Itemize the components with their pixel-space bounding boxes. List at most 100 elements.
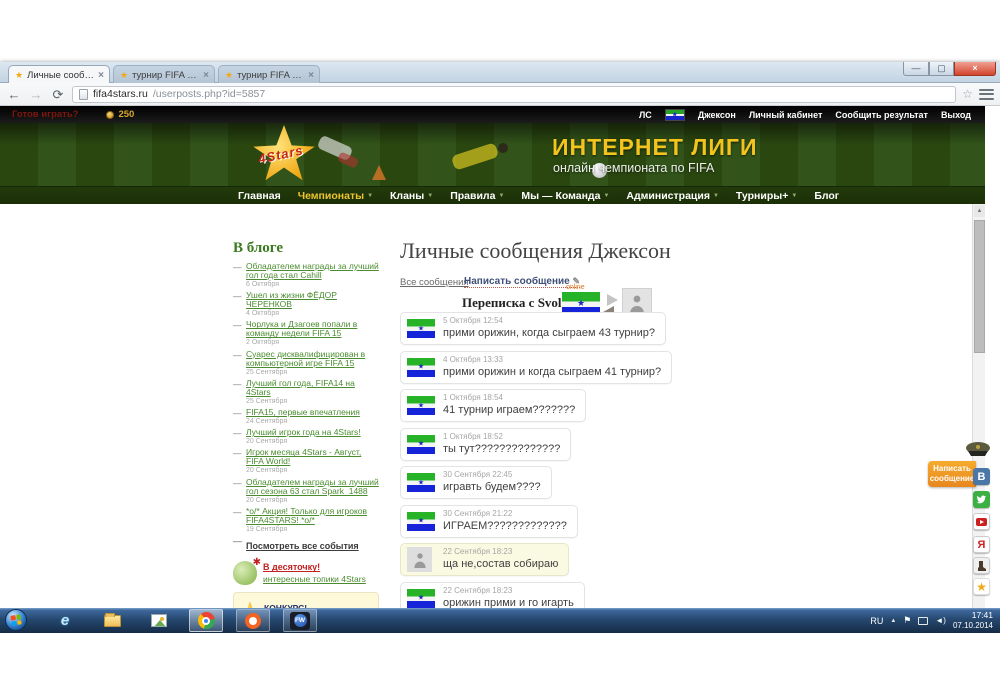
tab-close-icon[interactable]: × xyxy=(203,71,209,80)
site-nav: Главная Чемпионаты▼ Кланы▼ Правила▼ Мы —… xyxy=(0,186,985,204)
taskbar-ie-button[interactable]: e xyxy=(48,609,82,632)
blog-link[interactable]: Игрок месяца 4Stars - Август, FIFA World… xyxy=(246,448,379,466)
taskbar-chrome-button[interactable] xyxy=(189,609,223,632)
tab-title: турнир FIFA World Cup-... xyxy=(132,70,199,81)
yandex-icon[interactable]: Я xyxy=(973,536,990,553)
nav-item-team[interactable]: Мы — Команда▼ xyxy=(521,190,609,202)
tab-close-icon[interactable]: × xyxy=(308,71,314,80)
tray-expand-icon[interactable]: ▲ xyxy=(890,618,896,624)
windows-logo-icon xyxy=(10,614,21,625)
bookmark-star-icon[interactable]: ☆ xyxy=(962,87,973,101)
nav-item-tournaments[interactable]: Турниры+▼ xyxy=(736,190,797,202)
all-messages-link[interactable]: Все сообщения xyxy=(400,277,469,288)
browser-tab-active[interactable]: ★ Личные сообщения Дж... × xyxy=(8,65,110,83)
nav-item-clans[interactable]: Кланы▼ xyxy=(390,190,433,202)
nav-item-home[interactable]: Главная xyxy=(238,190,281,202)
action-center-flag-icon[interactable]: ⚑ xyxy=(903,615,911,626)
blog-link[interactable]: Обладателем награды за лучший гол сезона… xyxy=(246,478,379,496)
system-tray: RU ▲ ⚑ ◄) 17:41 07.10.2014 xyxy=(870,608,996,633)
private-messages-link[interactable]: ЛС xyxy=(639,110,652,120)
message-text: ща не,состав собираю xyxy=(443,557,558,571)
taskbar-fifa-world-button[interactable]: FW xyxy=(283,609,317,632)
message-card-own: 22 Сентября 18:23 ща не,состав собираю xyxy=(400,543,569,576)
network-icon[interactable] xyxy=(918,617,928,625)
forward-icon[interactable]: → xyxy=(28,88,44,101)
blog-heading: В блоге xyxy=(233,240,379,257)
page-icon xyxy=(79,89,88,100)
scrollbar-thumb[interactable] xyxy=(974,220,985,353)
web-page: Готов играть? 250 ЛС Джексон Личный каби… xyxy=(0,106,1000,608)
cabinet-link[interactable]: Личный кабинет xyxy=(749,110,823,120)
back-icon[interactable]: ← xyxy=(6,88,22,101)
blog-item: — Игрок месяца 4Stars - Август, FIFA Wor… xyxy=(233,448,379,475)
blog-date: 4 Октября xyxy=(246,310,379,318)
language-indicator[interactable]: RU xyxy=(870,616,883,626)
scroll-up-icon[interactable]: ▲ xyxy=(974,205,985,217)
message-date: 30 Сентября 21:22 xyxy=(443,509,567,519)
reload-icon[interactable]: ⟳ xyxy=(50,88,66,101)
tab-title: турнир FIFA World Cup-... xyxy=(237,70,304,81)
top-ten-link[interactable]: В десяточку! xyxy=(263,562,366,572)
message-date: 30 Сентября 22:45 xyxy=(443,470,541,480)
view-all-events-link[interactable]: Посмотреть все события xyxy=(246,541,359,551)
logout-link[interactable]: Выход xyxy=(941,110,971,120)
taskbar-viewer-button[interactable] xyxy=(142,609,176,632)
maximize-button[interactable]: ▢ xyxy=(929,62,954,76)
report-result-link[interactable]: Сообщить результат xyxy=(835,110,928,120)
taskbar-origin-button[interactable] xyxy=(236,609,270,632)
ready-to-play-link[interactable]: Готов играть? xyxy=(12,109,78,120)
boot-icon[interactable] xyxy=(973,557,990,574)
coins-balance: 250 xyxy=(106,109,134,120)
blog-date: 24 Сентября xyxy=(246,418,379,426)
desktop: ★ Личные сообщения Дж... × ★ турнир FIFA… xyxy=(0,0,1000,700)
blog-link[interactable]: Чорлука и Дзагоев попали в команду недел… xyxy=(246,320,379,338)
blog-link[interactable]: Ушел из жизни ФЁДОР ЧЕРЕНКОВ xyxy=(246,291,379,309)
message-text: игравть будем???? xyxy=(443,480,541,494)
blog-link[interactable]: Обладателем награды за лучший гол года с… xyxy=(246,262,379,280)
nav-item-championships[interactable]: Чемпионаты▼ xyxy=(298,190,373,202)
next-conversation-arrow-icon[interactable] xyxy=(607,294,618,306)
message-card: 1 Октября 18:54 41 турнир играем??????? xyxy=(400,389,586,422)
blog-link[interactable]: *о/* Акция! Только для игроков FIFA4STAR… xyxy=(246,507,379,525)
interesting-topics-link[interactable]: интересные топики 4Stars xyxy=(263,574,366,584)
url-path: /userposts.php?id=5857 xyxy=(153,88,265,100)
blog-link[interactable]: Суарес дисквалифицирован в компьютерной … xyxy=(246,350,379,368)
taskbar-clock[interactable]: 17:41 07.10.2014 xyxy=(953,611,996,630)
message-card: 4 Октября 13:33 прими орижин и когда сыг… xyxy=(400,351,672,384)
blog-item: — Обладателем награды за лучший гол года… xyxy=(233,262,379,289)
blog-date: 20 Сентября xyxy=(246,467,379,475)
sender-flag-icon xyxy=(407,473,435,492)
write-message-link[interactable]: Написать сообщение ✎ xyxy=(464,276,580,288)
volume-icon[interactable]: ◄) xyxy=(935,616,946,625)
blog-item: — Лучший гол года, FIFA14 на 4Stars 25 С… xyxy=(233,379,379,406)
taskbar-explorer-button[interactable] xyxy=(95,609,129,632)
nav-item-blog[interactable]: Блог xyxy=(814,190,839,202)
tab-close-icon[interactable]: × xyxy=(98,71,104,80)
fourstars-icon[interactable]: ★ xyxy=(973,578,990,595)
vk-icon[interactable]: В xyxy=(973,468,990,485)
minimize-button[interactable]: — xyxy=(903,62,929,76)
message-text: прими орижин, когда сыграем 43 турнир? xyxy=(443,326,655,340)
twitter-icon[interactable] xyxy=(973,491,990,508)
blog-link[interactable]: FIFA15, первые впечатления xyxy=(246,408,379,417)
chrome-icon xyxy=(198,612,215,629)
start-button[interactable] xyxy=(5,609,27,631)
nav-item-administration[interactable]: Администрация▼ xyxy=(626,190,719,202)
chrome-menu-icon[interactable] xyxy=(979,89,994,100)
feedback-tab-button[interactable]: Написать сообщение xyxy=(928,461,976,487)
close-button[interactable]: × xyxy=(954,62,996,76)
message-text: прими орижин и когда сыграем 41 турнир? xyxy=(443,365,661,379)
goalkeeper-silhouette xyxy=(498,143,508,153)
blog-link[interactable]: Лучший игрок года на 4Stars! xyxy=(246,428,379,437)
address-bar[interactable]: fifa4stars.ru/userposts.php?id=5857 xyxy=(72,86,956,103)
browser-tab[interactable]: ★ турнир FIFA World Cup-... × xyxy=(113,65,215,83)
blog-link[interactable]: Лучший гол года, FIFA14 на 4Stars xyxy=(246,379,379,397)
username-link[interactable]: Джексон xyxy=(698,110,736,120)
message-card: 1 Октября 18:52 ты тут?????????????? xyxy=(400,428,571,461)
browser-tab[interactable]: ★ турнир FIFA World Cup-... × xyxy=(218,65,320,83)
sender-flag-icon xyxy=(407,319,435,338)
blog-date: 19 Сентября xyxy=(246,526,379,534)
conversation-title: Переписка с Svolo4 xyxy=(462,295,575,311)
youtube-icon[interactable] xyxy=(973,513,990,530)
nav-item-rules[interactable]: Правила▼ xyxy=(450,190,504,202)
